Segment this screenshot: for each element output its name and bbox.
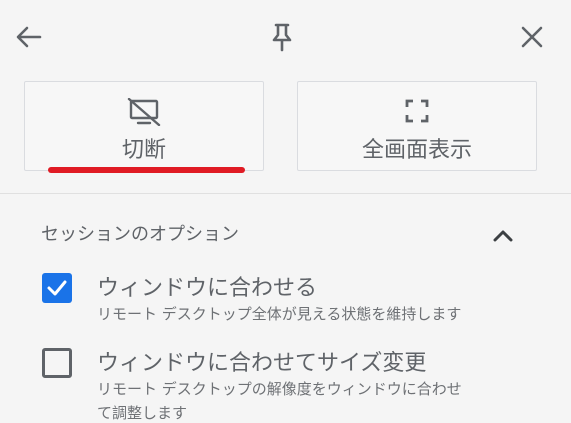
fit-to-window-checkbox[interactable]	[42, 273, 72, 303]
desktop-off-icon	[127, 97, 161, 130]
section-divider	[0, 193, 571, 194]
fullscreen-label: 全画面表示	[361, 138, 472, 163]
fit-to-window-description: リモート デスクトップ全体が見える状態を維持します	[97, 305, 462, 323]
back-arrow-icon[interactable]	[12, 20, 46, 54]
chevron-up-icon[interactable]	[487, 222, 519, 250]
checkmark-icon	[47, 280, 67, 296]
disconnect-button[interactable]: 切断	[24, 81, 264, 171]
session-options-title: セッションのオプション	[41, 224, 239, 245]
resize-to-window-label: ウィンドウに合わせてサイズ変更	[97, 351, 427, 376]
session-panel: 切断 全画面表示 セッションのオプション ウィンドウに合わせる リモート デスク…	[0, 0, 571, 422]
disconnect-highlight-underline	[48, 167, 245, 173]
resize-to-window-checkbox[interactable]	[42, 348, 72, 378]
resize-to-window-description-cont: て調整します	[97, 404, 188, 422]
close-icon[interactable]	[515, 20, 549, 54]
fit-to-window-label: ウィンドウに合わせる	[97, 276, 318, 301]
panel-toolbar	[0, 0, 571, 76]
resize-to-window-description: リモート デスクトップの解像度をウィンドウに合わせ	[97, 380, 462, 398]
pin-icon[interactable]	[265, 20, 299, 54]
fullscreen-icon	[404, 98, 430, 128]
fullscreen-button[interactable]: 全画面表示	[297, 81, 537, 171]
disconnect-label: 切断	[121, 138, 166, 163]
